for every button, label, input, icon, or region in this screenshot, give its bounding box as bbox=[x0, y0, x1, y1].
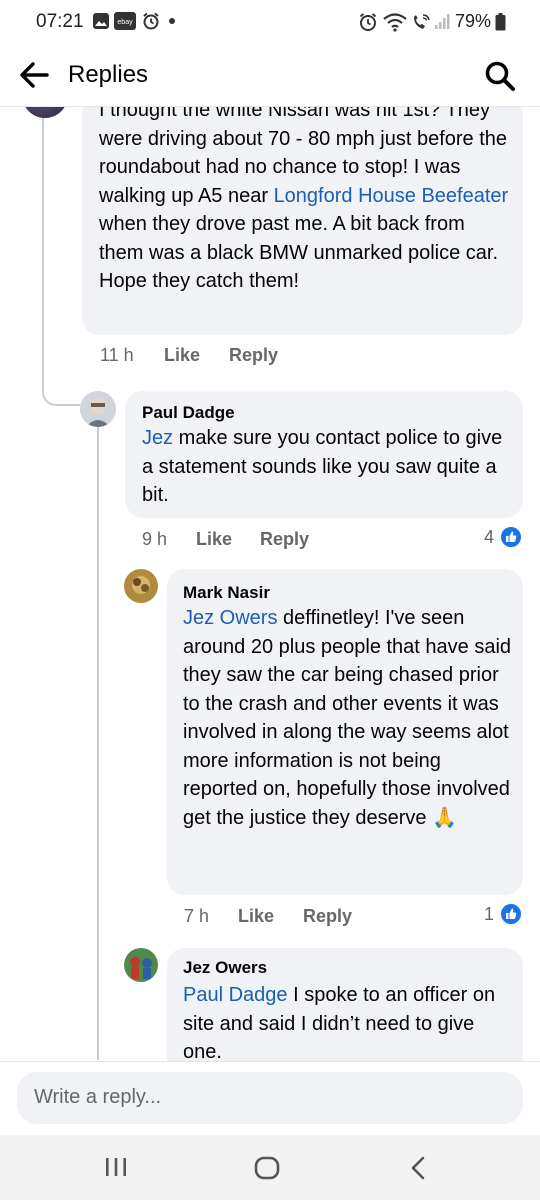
comment-text-part: make sure you contact police to give a s… bbox=[142, 427, 503, 506]
comment-author[interactable]: Mark Nasir bbox=[183, 583, 270, 603]
comment-text: I thought the white Nissan was hit 1st? … bbox=[99, 106, 514, 296]
avatar-image bbox=[80, 391, 116, 427]
comment-bubble: Paul Dadge Jez make sure you contact pol… bbox=[125, 391, 523, 518]
reply-button[interactable]: Reply bbox=[303, 906, 352, 927]
mention-link[interactable]: Jez bbox=[142, 427, 173, 449]
comment-author[interactable]: Paul Dadge bbox=[142, 403, 235, 423]
home-icon[interactable] bbox=[253, 1155, 281, 1181]
ebay-label: ebay bbox=[117, 19, 133, 26]
comment-bubble: I thought the white Nissan was hit 1st? … bbox=[82, 106, 523, 335]
avatar[interactable] bbox=[124, 569, 158, 603]
comment-time: 11 h bbox=[100, 345, 134, 365]
alarm-icon bbox=[359, 13, 377, 31]
gallery-icon bbox=[93, 13, 109, 29]
thread-line bbox=[97, 426, 99, 1060]
reply-composer: Write a reply... bbox=[0, 1061, 540, 1136]
comment-text-part: deffinetley! I've seen around 20 plus pe… bbox=[183, 607, 512, 829]
mention-link[interactable]: Jez Owers bbox=[183, 607, 277, 629]
thread-line bbox=[42, 106, 44, 386]
reply-input[interactable]: Write a reply... bbox=[17, 1072, 523, 1124]
reply-button[interactable]: Reply bbox=[229, 345, 278, 366]
status-time: 07:21 bbox=[36, 11, 84, 32]
reaction-count[interactable]: 1 bbox=[484, 904, 494, 925]
wifi-call-icon bbox=[414, 14, 430, 29]
avatar[interactable] bbox=[80, 391, 116, 427]
avatar[interactable] bbox=[124, 948, 158, 982]
reply-placeholder: Write a reply... bbox=[34, 1086, 162, 1108]
mention-link[interactable]: Paul Dadge bbox=[183, 984, 288, 1006]
like-reaction-icon[interactable] bbox=[499, 525, 523, 549]
comment-bubble: Mark Nasir Jez Owers deffinetley! I've s… bbox=[167, 569, 523, 895]
like-reaction-icon[interactable] bbox=[499, 902, 523, 926]
ebay-icon: ebay bbox=[114, 12, 136, 30]
recent-apps-icon[interactable] bbox=[104, 1156, 128, 1178]
place-link[interactable]: Longford House Beefeater bbox=[274, 185, 509, 207]
reply-button[interactable]: Reply bbox=[260, 529, 309, 550]
like-button[interactable]: Like bbox=[196, 529, 232, 550]
signal-icon bbox=[435, 14, 450, 29]
battery-icon bbox=[495, 13, 506, 31]
wifi-icon bbox=[383, 13, 407, 32]
avatar-image bbox=[124, 569, 158, 603]
comment-text: Jez Owers deffinetley! I've seen around … bbox=[183, 604, 513, 832]
reaction-count[interactable]: 4 bbox=[484, 527, 494, 548]
replies-thread: I thought the white Nissan was hit 1st? … bbox=[0, 106, 540, 1061]
page-title: Replies bbox=[68, 61, 149, 88]
avatar[interactable] bbox=[22, 106, 68, 118]
alarm-clock-icon bbox=[143, 12, 159, 30]
like-button[interactable]: Like bbox=[164, 345, 200, 366]
search-icon[interactable] bbox=[484, 60, 516, 92]
system-nav-bar bbox=[0, 1135, 540, 1200]
comment-text: Paul Dadge I spoke to an officer on site… bbox=[183, 981, 513, 1061]
back-arrow-icon[interactable] bbox=[18, 60, 50, 90]
comment-text-part: when they drove past me. A bit back from… bbox=[99, 213, 499, 292]
comment-time: 7 h bbox=[184, 906, 210, 926]
dot-icon bbox=[169, 18, 175, 24]
thread-connector bbox=[42, 376, 80, 406]
avatar-image bbox=[124, 948, 158, 982]
comment-bubble: Jez Owers Paul Dadge I spoke to an offic… bbox=[167, 948, 523, 1061]
like-button[interactable]: Like bbox=[238, 906, 274, 927]
battery-percent: 79% bbox=[455, 11, 492, 31]
comment-time: 9 h bbox=[142, 529, 168, 549]
status-bar: 07:21 ebay 79% bbox=[0, 0, 540, 44]
back-icon[interactable] bbox=[408, 1155, 428, 1181]
comment-author[interactable]: Jez Owers bbox=[183, 958, 267, 978]
app-header: Replies bbox=[0, 44, 540, 107]
comment-text: Jez make sure you contact police to give… bbox=[142, 424, 512, 510]
